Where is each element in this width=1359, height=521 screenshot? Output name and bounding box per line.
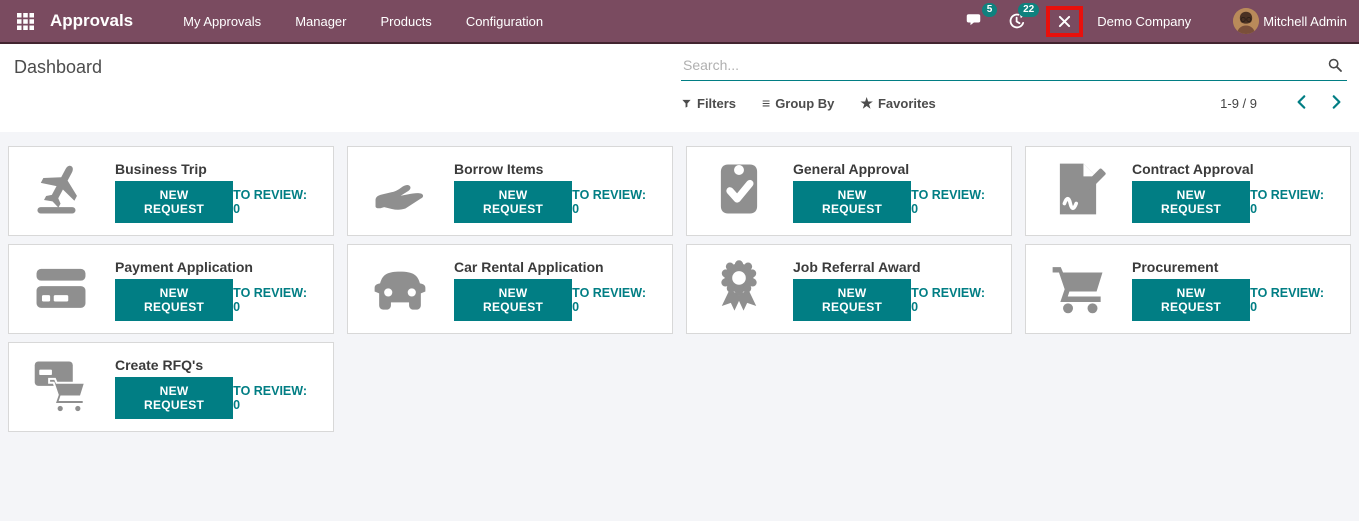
- dashboard-content: Business Trip NEW REQUEST TO REVIEW: 0 B…: [0, 132, 1359, 521]
- filters-label: Filters: [697, 95, 737, 111]
- card-title: General Approval: [793, 161, 910, 177]
- search-button[interactable]: [1327, 57, 1345, 75]
- hand-icon: [371, 160, 429, 218]
- approval-type-card: Create RFQ's NEW REQUEST TO REVIEW: 0: [8, 342, 334, 432]
- medal-icon: [710, 258, 768, 316]
- messages-button[interactable]: 5: [962, 3, 998, 34]
- top-menu: My Approvals Manager Products Configuration: [166, 14, 560, 29]
- user-menu[interactable]: Mitchell Admin: [1233, 8, 1347, 34]
- group-by-button[interactable]: ≡ Group By: [762, 96, 834, 111]
- apps-menu-button[interactable]: [12, 8, 38, 34]
- new-request-button[interactable]: NEW REQUEST: [115, 377, 234, 419]
- approval-type-card: Job Referral Award NEW REQUEST TO REVIEW…: [686, 244, 1012, 334]
- top-navbar: Approvals My Approvals Manager Products Con…: [0, 0, 1359, 44]
- car-icon: [371, 258, 429, 316]
- card-title: Borrow Items: [454, 161, 544, 177]
- wrench-screwdriver-icon: [1056, 13, 1073, 30]
- card-title: Create RFQ's: [115, 357, 204, 373]
- to-review-label: TO REVIEW: 0: [911, 286, 986, 314]
- approval-type-card: Procurement NEW REQUEST TO REVIEW: 0: [1025, 244, 1351, 334]
- clipboard-check-icon: [710, 160, 768, 218]
- search-bar: [681, 53, 1347, 81]
- pager-next-button[interactable]: [1327, 93, 1347, 113]
- navbar-systray: 5 22 Demo Company Mitchell Admin: [946, 3, 1347, 37]
- approval-type-card: General Approval NEW REQUEST TO REVIEW: …: [686, 146, 1012, 236]
- activities-button[interactable]: 22: [1004, 3, 1040, 34]
- card-title: Car Rental Application: [454, 259, 604, 275]
- search-input[interactable]: [681, 53, 1347, 81]
- chevron-right-icon: [1327, 93, 1345, 111]
- pager: 1-9 / 9: [1220, 93, 1347, 113]
- card-title: Payment Application: [115, 259, 253, 275]
- card-title: Job Referral Award: [793, 259, 921, 275]
- to-review-label: TO REVIEW: 0: [572, 188, 647, 216]
- avatar: [1233, 8, 1260, 34]
- to-review-label: TO REVIEW: 0: [911, 188, 986, 216]
- new-request-button[interactable]: NEW REQUEST: [793, 181, 912, 223]
- menu-item-configuration[interactable]: Configuration: [449, 14, 560, 29]
- filters-button[interactable]: Filters: [681, 96, 736, 111]
- approval-type-card: Contract Approval NEW REQUEST TO REVIEW:…: [1025, 146, 1351, 236]
- group-by-icon: ≡: [762, 95, 771, 111]
- menu-item-products[interactable]: Products: [364, 14, 449, 29]
- approval-type-card: Business Trip NEW REQUEST TO REVIEW: 0: [8, 146, 334, 236]
- menu-item-my-approvals[interactable]: My Approvals: [166, 14, 278, 29]
- favorites-label: Favorites: [877, 95, 936, 111]
- chat-icon: [966, 12, 984, 30]
- breadcrumb: Dashboard: [14, 57, 103, 77]
- group-by-label: Group By: [775, 95, 835, 111]
- plane-departure-icon: [32, 160, 90, 218]
- new-request-button[interactable]: NEW REQUEST: [1132, 181, 1251, 223]
- new-request-button[interactable]: NEW REQUEST: [793, 279, 912, 321]
- dashboard-grid: Business Trip NEW REQUEST TO REVIEW: 0 B…: [8, 146, 1351, 432]
- new-request-button[interactable]: NEW REQUEST: [1132, 279, 1251, 321]
- control-panel: Dashboard Filters ≡ Group By ★ Favorites…: [0, 44, 1359, 132]
- filter-funnel-icon: [681, 98, 692, 109]
- new-request-button[interactable]: NEW REQUEST: [454, 181, 573, 223]
- pager-previous-button[interactable]: [1293, 93, 1313, 113]
- card-title: Procurement: [1132, 259, 1219, 275]
- approval-type-card: Car Rental Application NEW REQUEST TO RE…: [347, 244, 673, 334]
- developer-tools-button[interactable]: [1046, 5, 1084, 37]
- to-review-label: TO REVIEW: 0: [233, 188, 308, 216]
- to-review-label: TO REVIEW: 0: [1250, 188, 1325, 216]
- new-request-button[interactable]: NEW REQUEST: [115, 279, 234, 321]
- to-review-label: TO REVIEW: 0: [1250, 286, 1325, 314]
- approval-type-card: Borrow Items NEW REQUEST TO REVIEW: 0: [347, 146, 673, 236]
- company-switcher[interactable]: Demo Company: [1097, 14, 1191, 29]
- filter-row: Filters ≡ Group By ★ Favorites 1-9 / 9: [681, 93, 1347, 113]
- shopping-cart-icon: [1049, 258, 1107, 316]
- apps-grid-icon: [17, 13, 34, 30]
- app-name[interactable]: Approvals: [50, 11, 133, 31]
- card-cart-icon: [32, 356, 90, 414]
- chevron-left-icon: [1293, 93, 1311, 111]
- to-review-label: TO REVIEW: 0: [233, 384, 308, 412]
- contract-sign-icon: [1049, 160, 1107, 218]
- messages-badge: 5: [981, 3, 998, 17]
- to-review-label: TO REVIEW: 0: [572, 286, 647, 314]
- activities-badge: 22: [1018, 3, 1040, 17]
- to-review-label: TO REVIEW: 0: [233, 286, 308, 314]
- menu-item-manager[interactable]: Manager: [278, 14, 363, 29]
- card-title: Business Trip: [115, 161, 207, 177]
- new-request-button[interactable]: NEW REQUEST: [454, 279, 573, 321]
- search-icon: [1327, 57, 1343, 73]
- user-name: Mitchell Admin: [1263, 13, 1347, 29]
- new-request-button[interactable]: NEW REQUEST: [115, 181, 234, 223]
- favorites-star-icon: ★: [860, 95, 873, 111]
- pager-text: 1-9 / 9: [1220, 95, 1257, 111]
- approval-type-card: Payment Application NEW REQUEST TO REVIE…: [8, 244, 334, 334]
- favorites-button[interactable]: ★ Favorites: [860, 96, 935, 111]
- credit-card-icon: [32, 258, 90, 316]
- card-title: Contract Approval: [1132, 161, 1254, 177]
